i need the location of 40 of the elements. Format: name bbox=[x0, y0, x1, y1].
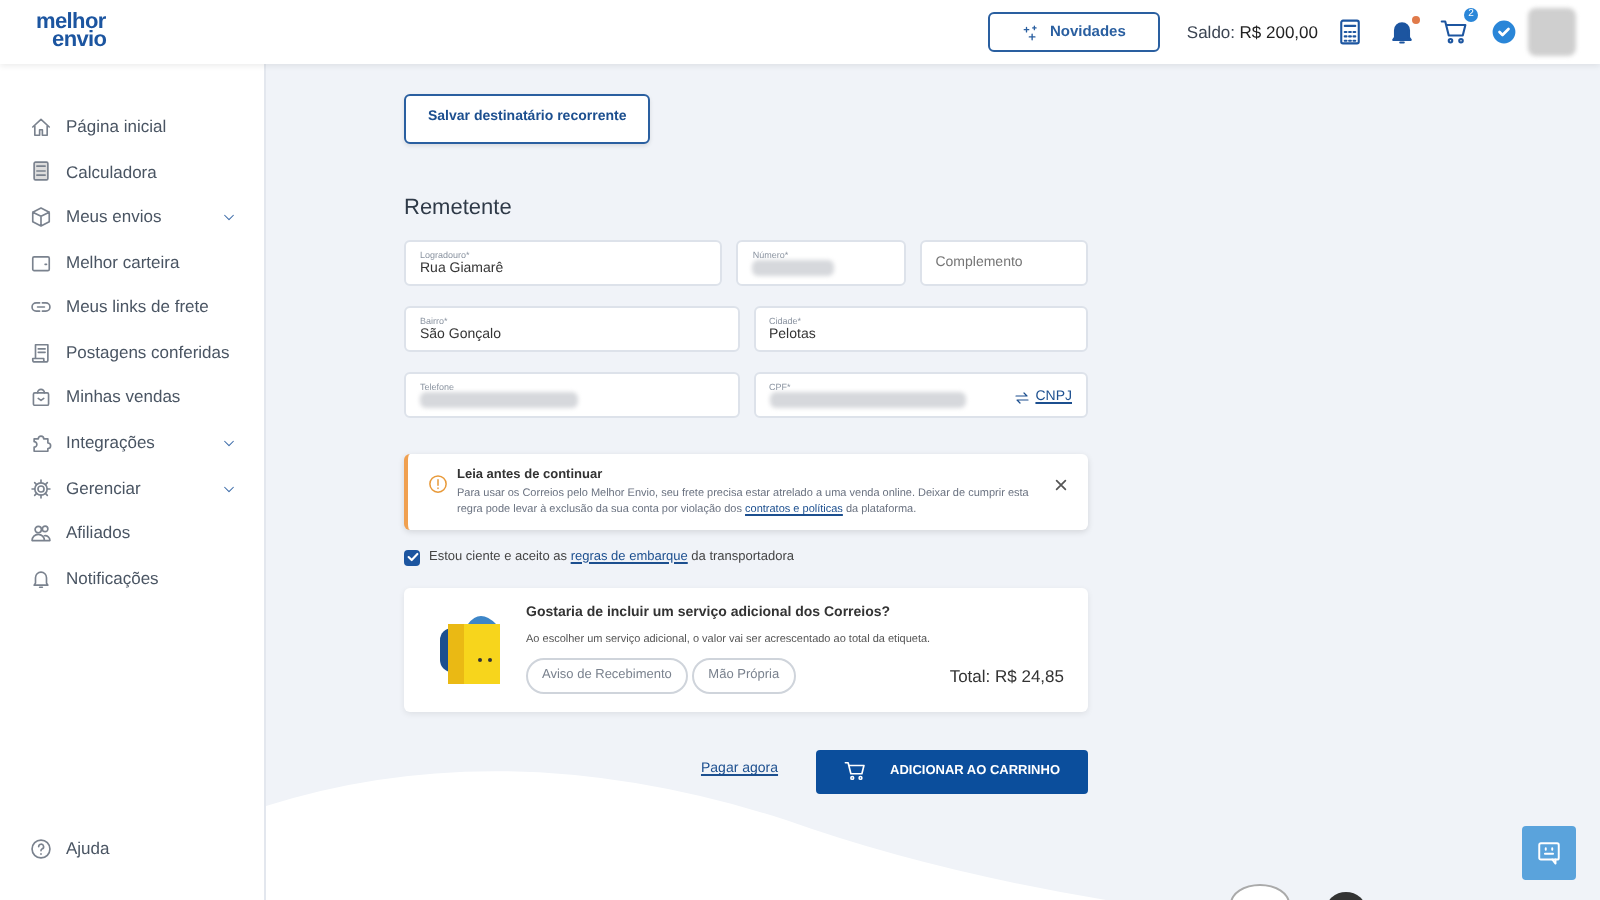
sparkle-icon bbox=[1022, 23, 1041, 41]
wallet-icon bbox=[30, 251, 52, 274]
sidebar-item[interactable]: Meus links de frete bbox=[0, 284, 264, 330]
help-link[interactable]: Ajuda bbox=[0, 826, 264, 872]
swap-icon bbox=[1013, 389, 1030, 406]
people-icon bbox=[30, 522, 52, 545]
sidebar-item[interactable]: Postagens conferidas bbox=[0, 329, 264, 376]
bell-icon bbox=[30, 567, 52, 590]
notification-bell-icon[interactable] bbox=[1388, 18, 1416, 46]
puzzle-icon bbox=[30, 431, 52, 454]
calculator-icon[interactable] bbox=[1336, 18, 1364, 46]
sidebar-item[interactable]: Calculadora bbox=[0, 149, 264, 195]
settings-icon bbox=[30, 477, 52, 500]
cart-icon[interactable] bbox=[1440, 18, 1468, 46]
logo[interactable]: melhor envio bbox=[36, 14, 107, 50]
sidebar-item[interactable]: Afiliados bbox=[0, 510, 264, 556]
bag-icon bbox=[30, 386, 52, 409]
sidebar-item[interactable]: Gerenciar bbox=[0, 465, 264, 511]
checkmark-icon bbox=[405, 550, 419, 565]
help-icon bbox=[30, 838, 52, 861]
sidebar-item[interactable]: Melhor carteira bbox=[0, 239, 264, 285]
section-title: Remetente bbox=[404, 193, 514, 223]
home-icon bbox=[30, 115, 52, 138]
close-icon[interactable] bbox=[1054, 478, 1068, 492]
total-price: Total: R$ 24,85 bbox=[949, 663, 1064, 689]
receipt-icon bbox=[30, 341, 52, 364]
sidebar-item[interactable]: Minhas vendas bbox=[0, 375, 264, 421]
balance-text: Saldo: R$ 200,00 bbox=[1186, 19, 1318, 45]
cart-icon bbox=[844, 760, 867, 782]
chat-button[interactable] bbox=[1522, 826, 1576, 880]
sidebar-item[interactable]: Integrações bbox=[0, 420, 264, 466]
box-icon bbox=[30, 205, 52, 228]
verified-check-icon bbox=[1492, 20, 1516, 44]
sidebar-item[interactable]: Notificações bbox=[0, 555, 264, 602]
warning-icon bbox=[428, 474, 448, 494]
chat-icon bbox=[1536, 840, 1562, 866]
sidebar-item[interactable]: Página inicial bbox=[0, 104, 264, 150]
terms-checkbox[interactable] bbox=[404, 549, 420, 566]
sidebar-item[interactable]: Meus envios bbox=[0, 194, 264, 240]
calculator-icon bbox=[30, 160, 52, 183]
